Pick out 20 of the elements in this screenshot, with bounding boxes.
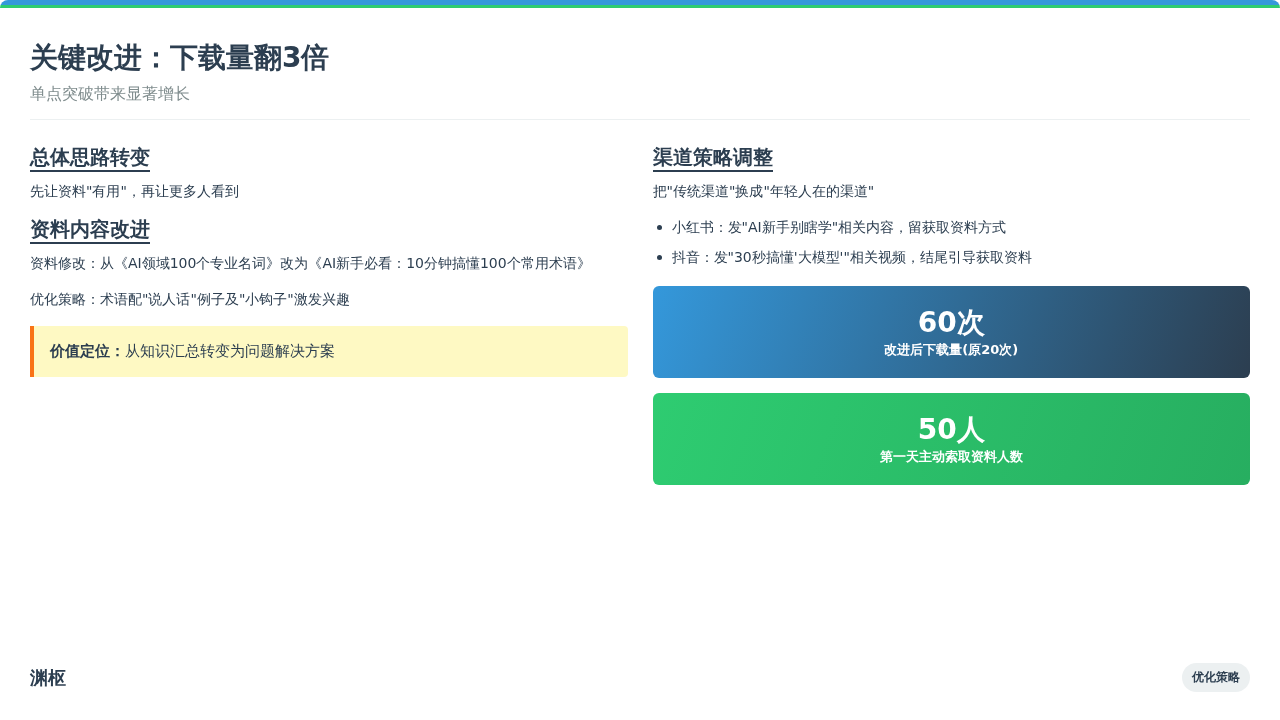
bullet-icon [656,254,662,260]
section-text: 把"传统渠道"换成"年轻人在的渠道" [652,182,876,201]
stat-value: 60次 [917,305,985,341]
bullet-item: 小红书：发"AI新手别瞎学"相关内容，留获取资料方式 [671,218,1007,237]
value-callout: 价值定位：从知识汇总转变为问题解决方案 [30,326,628,377]
section-heading: 渠道策略调整 [652,144,773,172]
brand-name: 渊枢 [30,665,66,690]
page-subtitle: 单点突破带来显著增长 [30,84,1250,120]
bullet-icon [656,224,662,230]
section-text: 优化策略：术语配"说人话"例子及"小钩子"激发兴趣 [30,290,351,309]
footer-tag: 优化策略 [1182,663,1250,692]
stat-label: 第一天主动索取资料人数 [879,448,1023,466]
stat-label: 改进后下载量(原20次) [884,341,1019,359]
section-text: 资料修改：从《AI领域100个专业名词》改为《AI新手必看：10分钟搞懂100个常用术语》 [30,254,592,273]
section-heading: 总体思路转变 [30,144,150,172]
stat-value: 50人 [917,412,985,448]
page-title: 关键改进：下载量翻3倍 [30,40,331,76]
bullet-item: 抖音：发"30秒搞懂'大模型'"相关视频，结尾引导获取资料 [671,248,1032,267]
section-text: 先让资料"有用"，再让更多人看到 [30,182,240,201]
section-heading: 资料内容改进 [30,216,150,244]
